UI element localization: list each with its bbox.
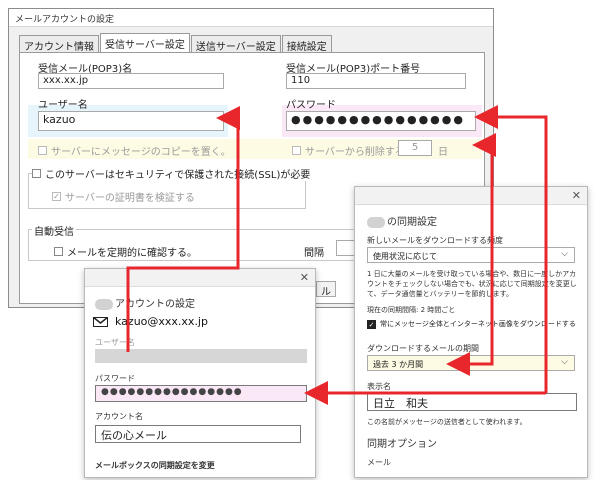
arrow-download-period [446,140,494,376]
arrow-username [126,106,240,352]
arrow-password-legacy [474,105,548,393]
annotation-arrows [126,105,548,405]
